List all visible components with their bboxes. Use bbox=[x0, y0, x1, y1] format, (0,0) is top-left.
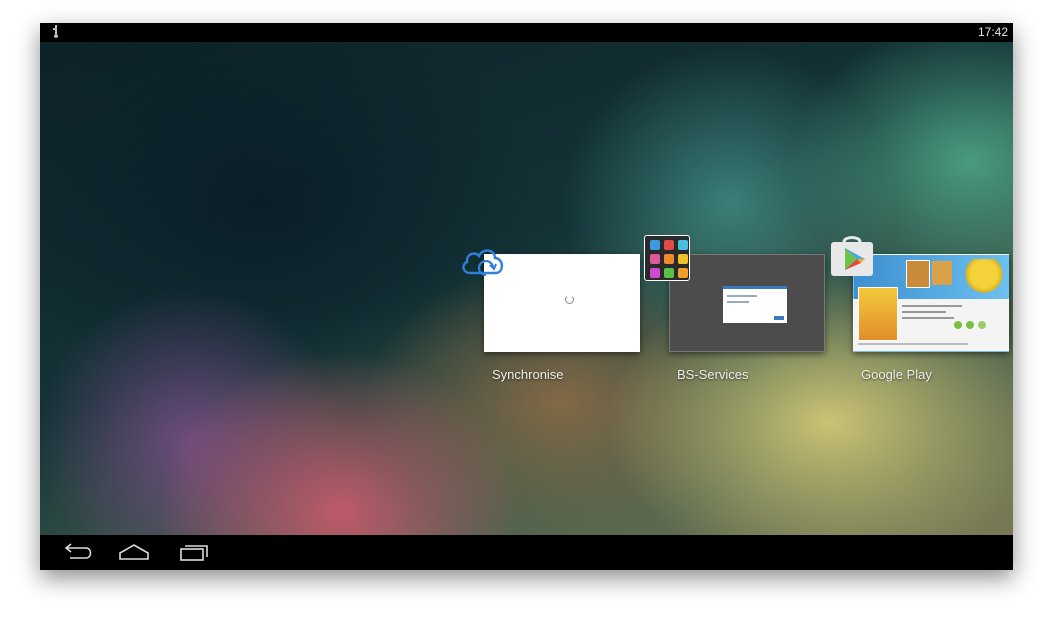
google-play-icon bbox=[831, 236, 873, 276]
banner-tile bbox=[906, 260, 930, 288]
loading-spinner-icon bbox=[565, 295, 574, 304]
tile bbox=[678, 254, 688, 264]
app-label: Google Play bbox=[861, 367, 932, 382]
app-thumbnail[interactable] bbox=[853, 254, 1009, 352]
back-icon[interactable] bbox=[56, 539, 96, 565]
text-line bbox=[727, 295, 757, 297]
tile bbox=[664, 240, 674, 250]
status-clock: 17:42 bbox=[977, 25, 1008, 39]
app-thumbnail[interactable] bbox=[669, 254, 825, 352]
text-line bbox=[902, 311, 946, 313]
cloud-sync-icon bbox=[462, 249, 504, 277]
action-dot bbox=[954, 321, 962, 329]
home-icon[interactable] bbox=[114, 539, 154, 565]
dialog-preview bbox=[723, 286, 787, 323]
tile bbox=[664, 268, 674, 278]
banner-character bbox=[964, 259, 1004, 297]
tile bbox=[678, 268, 688, 278]
navigation-bar bbox=[40, 535, 1013, 570]
app-label: BS-Services bbox=[677, 367, 749, 382]
action-dot bbox=[966, 321, 974, 329]
tile bbox=[650, 240, 660, 250]
text-line bbox=[902, 317, 954, 319]
tile bbox=[664, 254, 674, 264]
text-line bbox=[902, 305, 962, 307]
tablet-screen: 17:42 Synchronise BS-Services Google Pla… bbox=[40, 23, 1013, 570]
tile bbox=[650, 268, 660, 278]
app-grid-icon bbox=[644, 235, 690, 281]
tile bbox=[678, 240, 688, 250]
wallpaper: Synchronise BS-Services Google Play bbox=[40, 42, 1013, 535]
recents-icon[interactable] bbox=[174, 539, 214, 565]
status-bar: 17:42 bbox=[40, 23, 1013, 42]
action-dot bbox=[978, 321, 986, 329]
banner-tile bbox=[932, 261, 952, 285]
app-label: Synchronise bbox=[492, 367, 564, 382]
usb-debug-icon bbox=[53, 25, 58, 38]
tile bbox=[650, 254, 660, 264]
dialog-button-preview bbox=[774, 316, 784, 320]
text-line bbox=[727, 301, 749, 303]
app-thumbnail[interactable] bbox=[484, 254, 640, 352]
text-line bbox=[858, 343, 968, 345]
app-poster bbox=[858, 287, 898, 341]
